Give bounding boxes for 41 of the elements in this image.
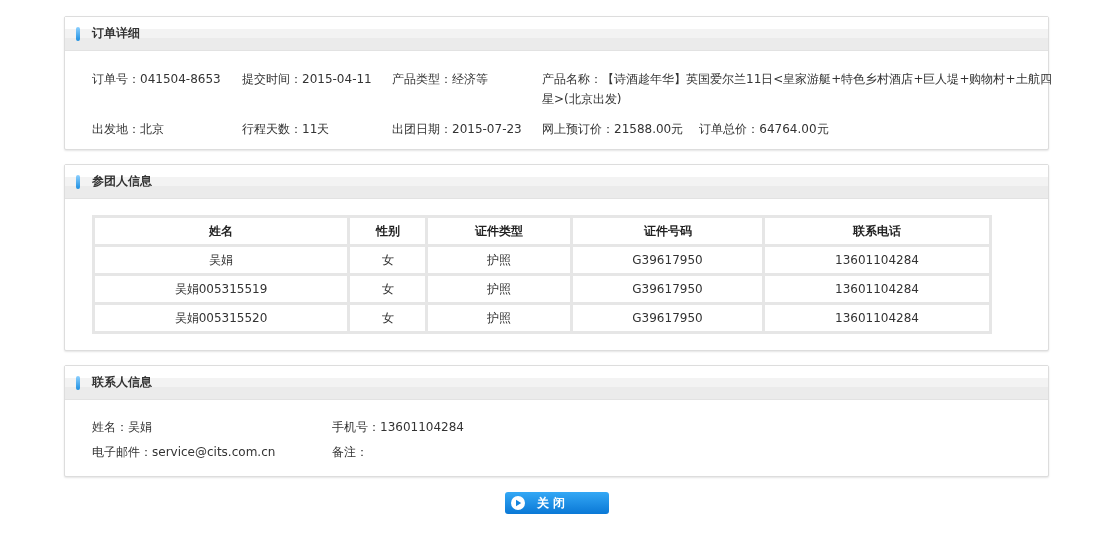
- play-icon: [510, 496, 525, 510]
- table-cell: 13601104284: [765, 247, 989, 273]
- column-header: 证件号码: [573, 218, 762, 244]
- contact-field: 备注：: [332, 443, 632, 462]
- table-cell: 女: [350, 276, 425, 302]
- table-cell: 13601104284: [765, 305, 989, 331]
- table-cell: G39617950: [573, 305, 762, 331]
- detail-field: 订单号：041504-8653: [92, 69, 221, 109]
- panel-title: 订单详细: [92, 25, 140, 42]
- panel-title: 联系人信息: [92, 374, 152, 391]
- table-cell: 13601104284: [765, 276, 989, 302]
- close-button[interactable]: 关 闭: [504, 492, 609, 514]
- column-header: 联系电话: [765, 218, 989, 244]
- contact-field: 电子邮件：service@cits.com.cn: [92, 443, 332, 462]
- detail-field: 出团日期：2015-07-23: [392, 119, 522, 139]
- table-cell: 吴娟: [95, 247, 347, 273]
- detail-field: 提交时间：2015-04-11: [242, 69, 372, 109]
- detail-field: 行程天数：11天: [242, 119, 330, 139]
- header-marker-icon: [76, 375, 80, 390]
- table-cell: 吴娟005315520: [95, 305, 347, 331]
- table-cell: 护照: [428, 305, 570, 331]
- column-header: 姓名: [95, 218, 347, 244]
- detail-field: 产品名称：【诗酒趁年华】英国爱尔兰11日<皇家游艇+特色乡村酒店+巨人堤+购物村+土航四星>(北京出发): [542, 69, 1052, 109]
- table-cell: 女: [350, 247, 425, 273]
- column-header: 性别: [350, 218, 425, 244]
- detail-field: 出发地：北京: [92, 119, 164, 139]
- column-header: 证件类型: [428, 218, 570, 244]
- table-cell: 护照: [428, 247, 570, 273]
- contact-field: 姓名：吴娟: [92, 418, 332, 437]
- detail-field: 订单总价：64764.00元: [699, 119, 829, 139]
- table-cell: 女: [350, 305, 425, 331]
- table-cell: 吴娟005315519: [95, 276, 347, 302]
- table-cell: 护照: [428, 276, 570, 302]
- table-cell: G39617950: [573, 247, 762, 273]
- detail-field: 网上预订价：21588.00元: [542, 119, 684, 139]
- detail-field: 产品类型：经济等: [392, 69, 488, 109]
- panel-title: 参团人信息: [92, 173, 152, 190]
- contact-field: 手机号：13601104284: [332, 418, 632, 437]
- table-cell: G39617950: [573, 276, 762, 302]
- header-marker-icon: [76, 174, 80, 189]
- header-marker-icon: [76, 26, 80, 41]
